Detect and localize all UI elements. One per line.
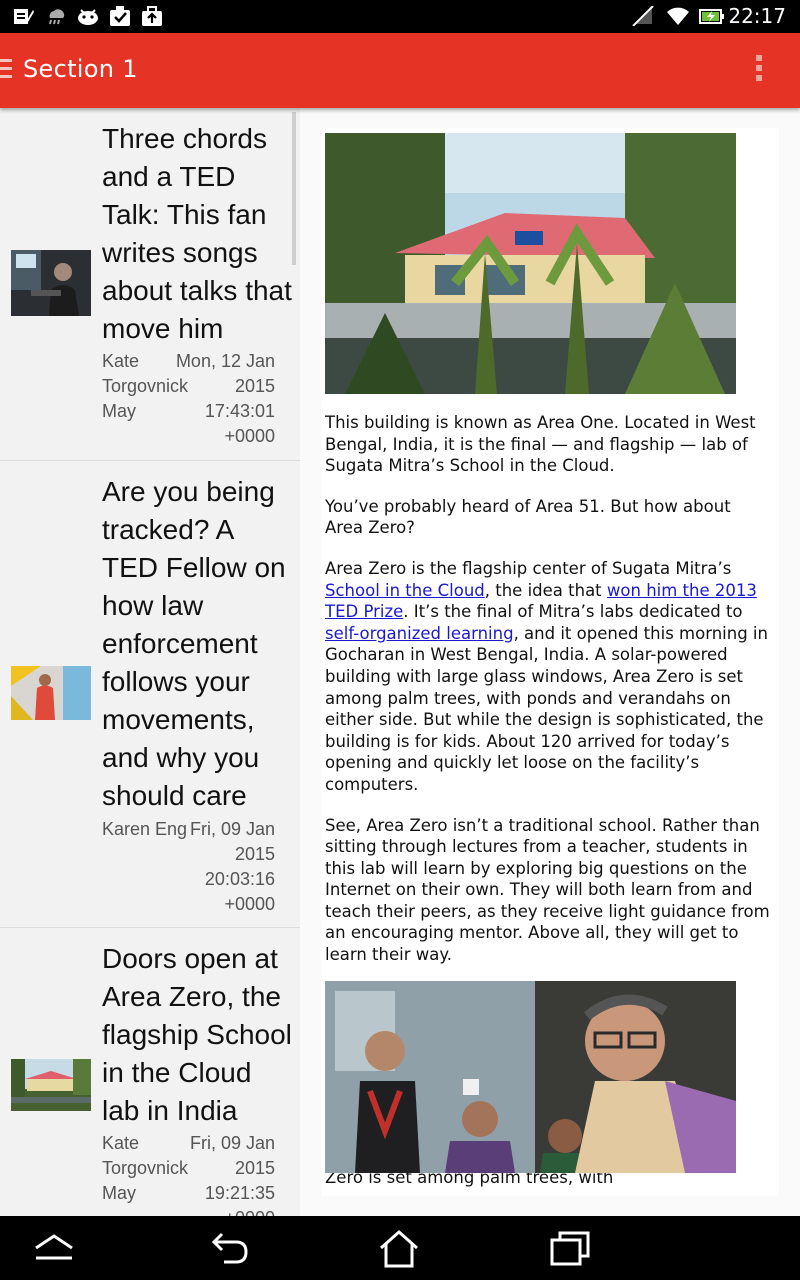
scrollbar[interactable] [292, 112, 296, 265]
article-title: Are you being tracked? A TED Fellow on h… [102, 476, 286, 811]
article-thumbnail [11, 666, 91, 720]
area-zero-building-photo [325, 133, 736, 394]
app-bar: Section 1 [0, 33, 800, 108]
app-title[interactable]: Section 1 [23, 55, 138, 83]
wifi-icon [667, 7, 689, 25]
article-thumbnail [11, 1059, 91, 1111]
article-thumbnail [11, 250, 91, 316]
paragraph-text: Area Zero is the flagship center of Suga… [325, 558, 732, 578]
article-title: Doors open at Area Zero, the flagship Sc… [102, 943, 292, 1126]
notes-icon [14, 9, 34, 24]
article-body: This building is known as Area One. Loca… [325, 412, 770, 985]
list-item[interactable]: Are you being tracked? A TED Fellow on h… [0, 461, 300, 928]
no-signal-icon [632, 6, 654, 26]
back-icon[interactable] [32, 1228, 76, 1268]
paragraph-text: , the idea that [484, 580, 607, 600]
list-item[interactable]: Three chords and a TED Talk: This fan wr… [0, 108, 300, 461]
article-date: Mon, 12 Jan 2015 17:43:01 +0000 [175, 351, 275, 446]
status-bar: 22:17 [0, 0, 800, 33]
home-icon[interactable] [377, 1228, 421, 1268]
recent-apps-icon[interactable] [548, 1228, 592, 1268]
back-arrow-icon[interactable] [206, 1228, 250, 1268]
article-paragraph: You’ve probably heard of Area 51. But ho… [325, 496, 731, 538]
navigation-bar [0, 1216, 800, 1280]
android-icon [78, 9, 98, 25]
students-with-mitra-photo [325, 981, 736, 1173]
self-organized-learning-link[interactable]: self-organized learning [325, 624, 514, 643]
download-icon [110, 6, 130, 26]
bag-icon [142, 6, 162, 26]
clock: 22:17 [728, 4, 786, 28]
article-paragraph: See, Area Zero isn’t a traditional schoo… [325, 815, 770, 965]
school-in-the-cloud-link[interactable]: School in the Cloud [325, 581, 485, 600]
article-paragraph: This building is known as Area One. Loca… [325, 413, 756, 476]
list-item[interactable]: Doors open at Area Zero, the flagship Sc… [0, 928, 300, 1216]
article-date: Fri, 09 Jan 2015 19:21:35 +0000 [189, 1133, 275, 1216]
article-detail[interactable]: This building is known as Area One. Loca… [321, 128, 779, 1196]
hamburger-menu-icon[interactable] [0, 59, 14, 79]
cloud-icon [49, 9, 65, 25]
overflow-menu-icon[interactable] [754, 55, 764, 85]
paragraph-text: . It’s the final of Mitra’s labs dedicat… [403, 602, 743, 622]
paragraph-text: , and it opened this morning in Gocharan… [325, 623, 768, 794]
battery-charging-icon [699, 9, 724, 24]
article-list[interactable]: Three chords and a TED Talk: This fan wr… [0, 108, 300, 1216]
article-title: Three chords and a TED Talk: This fan wr… [102, 123, 292, 344]
article-paragraph: Area Zero is the flagship center of Suga… [325, 558, 770, 796]
article-date: Fri, 09 Jan 2015 20:03:16 +0000 [189, 819, 275, 914]
